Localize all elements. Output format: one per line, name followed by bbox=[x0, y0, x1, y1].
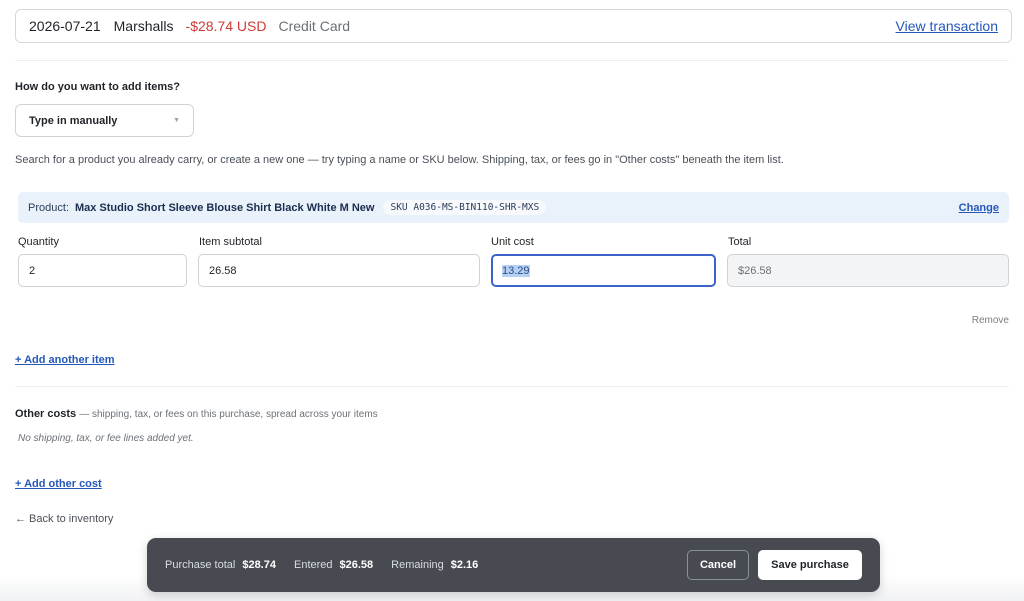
product-label: Product: bbox=[28, 201, 69, 214]
selected-product-bar: Product: Max Studio Short Sleeve Blouse … bbox=[18, 192, 1009, 223]
total-value: $26.58 bbox=[738, 264, 772, 277]
section-divider bbox=[15, 60, 1009, 61]
item-subtotal-input[interactable]: 26.58 bbox=[198, 254, 480, 287]
section-divider bbox=[15, 386, 1009, 387]
add-other-cost-link[interactable]: + Add other cost bbox=[15, 478, 102, 490]
purchase-footer-bar: Purchase total $28.74 Entered $26.58 Rem… bbox=[147, 538, 880, 592]
item-subtotal-label: Item subtotal bbox=[199, 236, 262, 248]
quantity-input[interactable]: 2 bbox=[18, 254, 187, 287]
item-subtotal-value: 26.58 bbox=[209, 264, 237, 277]
unit-cost-label: Unit cost bbox=[491, 236, 534, 248]
other-costs-title: Other costs bbox=[15, 408, 77, 420]
save-purchase-button[interactable]: Save purchase bbox=[758, 550, 862, 580]
remove-item-button[interactable]: Remove bbox=[972, 315, 1009, 326]
entered-label: Entered bbox=[293, 559, 333, 571]
chevron-down-icon: ▼ bbox=[173, 117, 180, 124]
add-items-question: How do you want to add items? bbox=[15, 81, 180, 93]
product-sku-badge: SKU A036-MS-BIN110-SHR-MXS bbox=[383, 200, 547, 215]
add-items-help-text: Search for a product you already carry, … bbox=[15, 154, 784, 166]
cancel-button[interactable]: Cancel bbox=[687, 550, 749, 580]
quantity-label: Quantity bbox=[18, 236, 59, 248]
purchase-total-value: $28.74 bbox=[242, 559, 276, 571]
unit-cost-input[interactable]: 13.29 bbox=[491, 254, 716, 287]
add-another-item-link[interactable]: + Add another item bbox=[15, 354, 115, 366]
transaction-summary: 2026-07-21 Marshalls -$28.74 USD Credit … bbox=[15, 9, 1012, 43]
product-name: Max Studio Short Sleeve Blouse Shirt Bla… bbox=[74, 201, 375, 214]
add-mode-select[interactable]: Type in manually ▼ bbox=[15, 104, 194, 137]
transaction-merchant: Marshalls bbox=[113, 18, 174, 34]
remaining-label: Remaining bbox=[391, 559, 444, 571]
remaining-value: $2.16 bbox=[450, 559, 479, 571]
transaction-payment-method: Credit Card bbox=[278, 18, 351, 34]
total-readonly-field: $26.58 bbox=[727, 254, 1009, 287]
other-costs-empty-state: No shipping, tax, or fee lines added yet… bbox=[18, 433, 194, 444]
transaction-date: 2026-07-21 bbox=[29, 18, 101, 34]
total-label: Total bbox=[728, 236, 752, 248]
other-costs-heading: Other costs — shipping, tax, or fees on … bbox=[15, 408, 378, 420]
add-mode-selected-value: Type in manually bbox=[29, 114, 118, 127]
quantity-value: 2 bbox=[29, 264, 36, 277]
back-to-inventory-link[interactable]: ← Back to inventory bbox=[15, 513, 113, 525]
unit-cost-value: 13.29 bbox=[502, 264, 530, 277]
transaction-amount: -$28.74 USD bbox=[185, 18, 267, 34]
entered-value: $26.58 bbox=[339, 559, 374, 571]
view-transaction-link[interactable]: View transaction bbox=[896, 18, 998, 34]
purchase-total-label: Purchase total bbox=[165, 559, 236, 571]
change-product-link[interactable]: Change bbox=[959, 202, 999, 214]
other-costs-description: — shipping, tax, or fees on this purchas… bbox=[79, 409, 378, 420]
